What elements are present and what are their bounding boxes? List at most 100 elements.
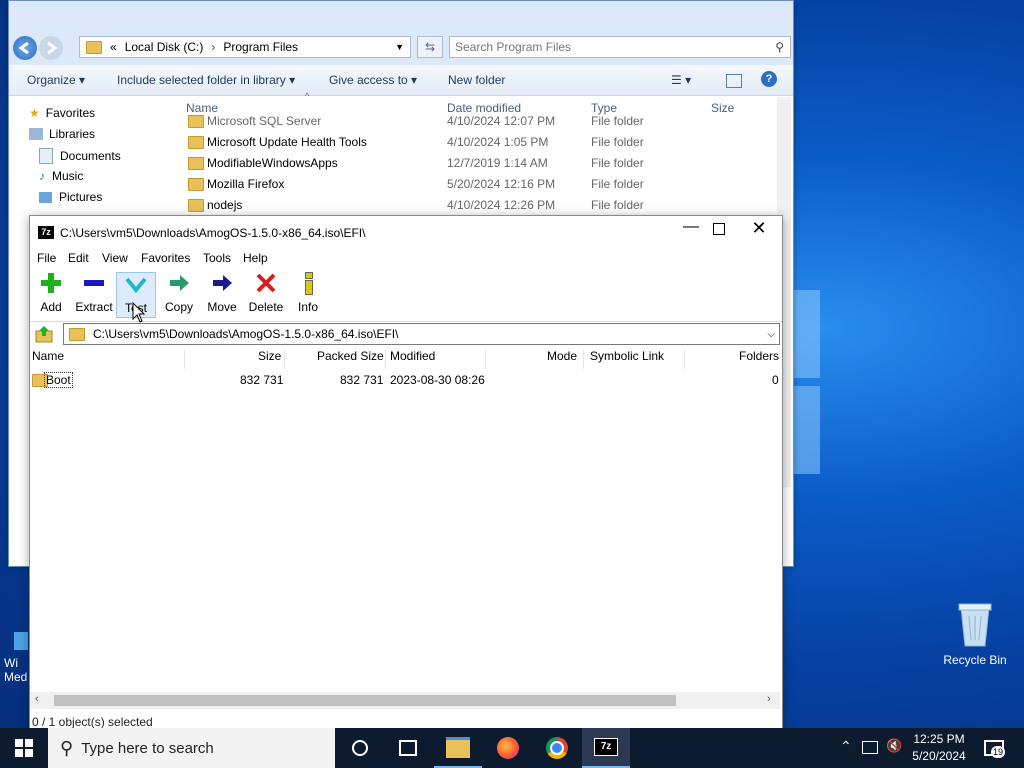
task-view-button[interactable] bbox=[384, 728, 432, 768]
recycle-bin[interactable]: Recycle Bin bbox=[940, 600, 1010, 667]
give-access-button[interactable]: Give access to ▾ bbox=[329, 73, 417, 87]
menu-favorites[interactable]: Favorites bbox=[141, 251, 190, 265]
folder-icon bbox=[69, 327, 85, 341]
notification-button[interactable]: 19 bbox=[980, 738, 1006, 760]
refresh-button[interactable]: ⇆ bbox=[417, 36, 443, 58]
back-button[interactable] bbox=[13, 36, 37, 60]
forward-button[interactable] bbox=[39, 36, 63, 60]
close-button[interactable]: ✕ bbox=[748, 218, 770, 239]
col-size[interactable]: Size bbox=[258, 349, 281, 369]
table-row[interactable]: Microsoft SQL Server 4/10/2024 12:07 PM … bbox=[186, 111, 786, 131]
info-icon bbox=[297, 272, 319, 295]
crumb-local-disk[interactable]: Local Disk (C:) bbox=[125, 40, 204, 54]
desktop-icon-media[interactable]: Wi Med bbox=[0, 632, 30, 684]
volume-muted-icon[interactable]: 🔇 bbox=[886, 738, 902, 754]
path-text: C:\Users\vm5\Downloads\AmogOS-1.5.0-x86_… bbox=[93, 327, 399, 341]
file-explorer-icon bbox=[446, 736, 470, 758]
taskbar-firefox[interactable] bbox=[484, 728, 532, 768]
menu-edit[interactable]: Edit bbox=[68, 251, 89, 265]
7zip-app-icon: 7z bbox=[38, 226, 54, 239]
explorer-search-input[interactable]: Search Program Files ⚲ bbox=[449, 36, 791, 58]
table-row[interactable]: nodejs 4/10/2024 12:26 PM File folder bbox=[186, 195, 786, 215]
cortana-icon bbox=[352, 740, 368, 756]
taskbar-7zip[interactable]: 7z bbox=[582, 728, 630, 768]
col-symbolic-link[interactable]: Symbolic Link bbox=[590, 349, 664, 369]
minimize-button[interactable]: — bbox=[680, 218, 702, 236]
search-icon: ⚲ bbox=[775, 40, 784, 54]
folder-icon bbox=[188, 178, 204, 191]
nav-documents[interactable]: Documents bbox=[39, 148, 121, 164]
cortana-button[interactable] bbox=[336, 728, 384, 768]
col-modified[interactable]: Modified bbox=[390, 349, 435, 369]
nav-favorites[interactable]: ★ Favorites bbox=[29, 106, 95, 120]
menu-file[interactable]: File bbox=[37, 251, 56, 265]
new-folder-button[interactable]: New folder bbox=[448, 73, 505, 87]
col-mode[interactable]: Mode bbox=[547, 349, 577, 369]
scroll-left-icon[interactable]: ‹ bbox=[35, 693, 39, 705]
move-button[interactable]: Move bbox=[204, 272, 240, 318]
nav-libraries[interactable]: Libraries bbox=[29, 127, 95, 141]
folder-icon bbox=[86, 40, 102, 54]
table-row[interactable]: Boot 832 731 832 731 2023-08-30 08:26 0 bbox=[30, 371, 780, 389]
clock[interactable]: 12:25 PM 5/20/2024 bbox=[906, 731, 972, 765]
folder-up-button[interactable] bbox=[34, 324, 56, 344]
horizontal-scrollbar[interactable]: ‹ › bbox=[30, 692, 780, 709]
7zip-titlebar[interactable]: 7z C:\Users\vm5\Downloads\AmogOS-1.5.0-x… bbox=[30, 216, 782, 248]
7zip-menubar: File Edit View Favorites Tools Help bbox=[30, 248, 782, 269]
taskbar-chrome[interactable] bbox=[533, 728, 581, 768]
row-packed: 832 731 bbox=[340, 373, 384, 387]
include-in-library-button[interactable]: Include selected folder in library ▾ bbox=[117, 73, 295, 87]
menu-help[interactable]: Help bbox=[243, 251, 268, 265]
network-icon[interactable] bbox=[862, 741, 878, 754]
menu-tools[interactable]: Tools bbox=[203, 251, 231, 265]
taskbar-search-input[interactable]: ⚲ Type here to search bbox=[48, 728, 335, 768]
table-row[interactable]: Mozilla Firefox 5/20/2024 12:16 PM File … bbox=[186, 174, 786, 194]
delete-button[interactable]: Delete bbox=[246, 272, 286, 318]
folder-up-icon bbox=[35, 326, 53, 343]
explorer-address-bar[interactable]: « Local Disk (C:) › Program Files ▼ bbox=[79, 36, 411, 58]
chevron-down-icon[interactable]: ▼ bbox=[395, 42, 404, 52]
table-row[interactable]: Microsoft Update Health Tools 4/10/2024 … bbox=[186, 132, 786, 152]
col-name[interactable]: Name bbox=[32, 349, 64, 369]
7zip-window[interactable]: 7z C:\Users\vm5\Downloads\AmogOS-1.5.0-x… bbox=[29, 215, 783, 733]
view-options-icon[interactable]: ☰ ▾ bbox=[671, 73, 691, 87]
extract-button[interactable]: Extract bbox=[74, 272, 114, 318]
help-icon[interactable]: ? bbox=[761, 71, 777, 87]
7zip-path-input[interactable]: C:\Users\vm5\Downloads\AmogOS-1.5.0-x86_… bbox=[63, 323, 780, 345]
window-title: C:\Users\vm5\Downloads\AmogOS-1.5.0-x86_… bbox=[60, 226, 366, 240]
back-arrow-icon bbox=[18, 41, 29, 55]
chevron-up-icon[interactable]: ⌃ bbox=[840, 738, 852, 755]
add-button[interactable]: Add bbox=[34, 272, 68, 318]
copy-button[interactable]: Copy bbox=[162, 272, 196, 318]
folder-icon bbox=[188, 136, 204, 149]
nav-pictures[interactable]: Pictures bbox=[39, 190, 102, 204]
crumb-program-files[interactable]: Program Files bbox=[223, 40, 298, 54]
maximize-button[interactable] bbox=[713, 223, 725, 235]
add-icon bbox=[40, 272, 62, 294]
menu-view[interactable]: View bbox=[102, 251, 128, 265]
organize-button[interactable]: Organize ▾ bbox=[27, 73, 85, 87]
scroll-thumb[interactable] bbox=[54, 695, 676, 706]
nav-music[interactable]: ♪ Music bbox=[39, 169, 83, 183]
chrome-icon bbox=[546, 737, 568, 759]
explorer-command-bar: Organize ▾ Include selected folder in li… bbox=[9, 65, 793, 96]
picture-icon bbox=[39, 191, 52, 203]
table-row[interactable]: ModifiableWindowsApps 12/7/2019 1:14 AM … bbox=[186, 153, 786, 173]
extract-icon bbox=[83, 272, 105, 294]
search-icon: ⚲ bbox=[60, 737, 74, 758]
document-icon bbox=[39, 148, 53, 164]
taskbar-file-explorer[interactable] bbox=[434, 728, 482, 768]
folder-icon bbox=[188, 199, 204, 212]
status-text: 0 / 1 object(s) selected bbox=[32, 715, 153, 729]
col-packed-size[interactable]: Packed Size bbox=[317, 349, 384, 369]
col-folders[interactable]: Folders bbox=[739, 349, 779, 369]
chevron-down-icon[interactable]: ⌵ bbox=[767, 329, 775, 340]
row-modified: 2023-08-30 08:26 bbox=[390, 373, 485, 387]
start-button[interactable] bbox=[0, 728, 48, 768]
info-button[interactable]: Info bbox=[294, 272, 322, 318]
7zip-icon: 7z bbox=[594, 738, 618, 756]
refresh-icon: ⇆ bbox=[424, 40, 436, 54]
preview-pane-icon[interactable] bbox=[726, 74, 742, 88]
address-overflow[interactable]: « bbox=[110, 40, 117, 54]
scroll-right-icon[interactable]: › bbox=[767, 693, 771, 705]
